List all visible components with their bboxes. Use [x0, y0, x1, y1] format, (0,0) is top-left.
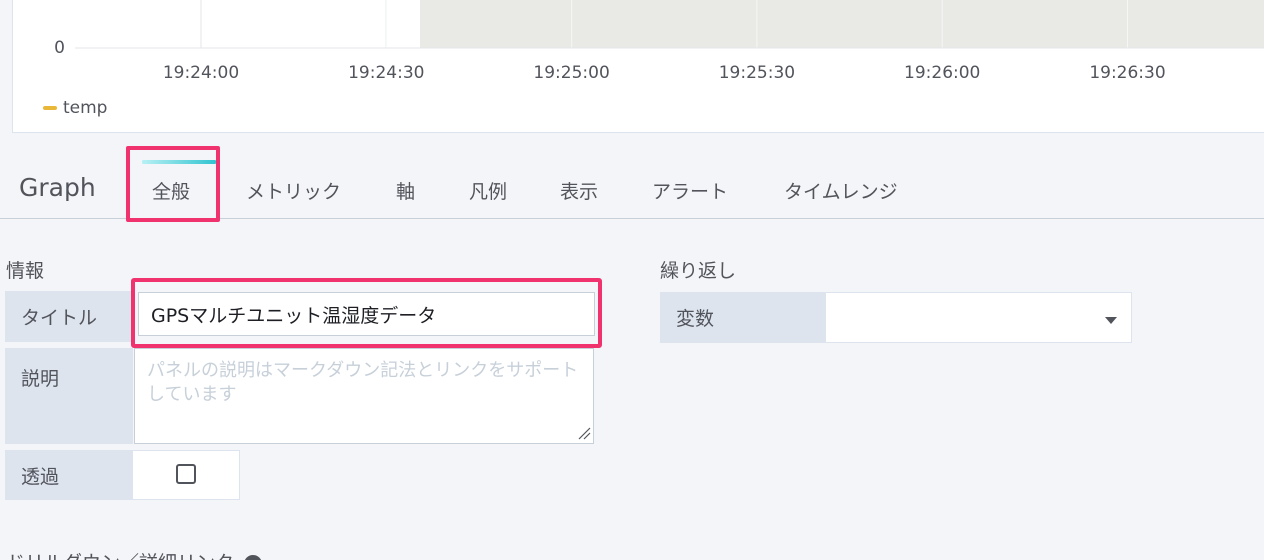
- tab-metrics[interactable]: メトリック: [246, 177, 341, 204]
- plot-area: [420, 0, 1264, 48]
- description-textarea[interactable]: [134, 348, 594, 444]
- repeat-section-title: 繰り返し: [660, 260, 737, 282]
- tab-display[interactable]: 表示: [560, 177, 598, 204]
- graph-panel: 19:24:00 19:24:30 19:25:00 19:25:30 19:26:00…: [12, 0, 1264, 133]
- legend-label: temp: [63, 98, 108, 118]
- variable-select[interactable]: [825, 292, 1132, 343]
- checkbox-icon[interactable]: [176, 464, 196, 484]
- transparent-toggle[interactable]: [132, 450, 240, 500]
- description-label: 説明: [5, 348, 133, 444]
- graph-plot: 19:24:00 19:24:30 19:25:00 19:25:30 19:26:00…: [54, 0, 1264, 83]
- title-input[interactable]: [138, 292, 595, 336]
- x-tick-label: 19:26:00: [904, 63, 980, 83]
- legend-item-temp[interactable]: temp: [43, 98, 107, 118]
- active-tab-indicator: [142, 160, 216, 164]
- tab-general-highlight: 全般: [126, 146, 220, 222]
- x-tick-label: 19:25:30: [719, 63, 795, 83]
- x-tick-label: 19:24:30: [348, 63, 424, 83]
- drilldown-section-title: ドリルダウン／詳細リンク: [6, 548, 263, 560]
- caret-down-icon: [1105, 317, 1117, 324]
- tab-legend[interactable]: 凡例: [469, 177, 507, 204]
- legend-swatch: [43, 106, 57, 110]
- tab-general[interactable]: 全般: [152, 177, 190, 204]
- editor-title: Graph: [19, 173, 96, 202]
- x-tick-label: 19:25:00: [533, 63, 609, 83]
- y-tick-label: 0: [54, 38, 65, 58]
- tab-axes[interactable]: 軸: [396, 177, 415, 204]
- title-label: タイトル: [5, 291, 131, 342]
- info-section-title: 情報: [6, 260, 45, 282]
- x-tick-label: 19:24:00: [163, 63, 239, 83]
- title-field-highlight: [131, 278, 602, 348]
- tab-time-range[interactable]: タイムレンジ: [784, 177, 898, 204]
- help-icon[interactable]: [244, 554, 263, 560]
- tab-alert[interactable]: アラート: [652, 177, 728, 204]
- resize-handle-icon[interactable]: [577, 426, 591, 440]
- x-axis-ticks: 19:24:00 19:24:30 19:25:00 19:25:30 19:26:00…: [163, 63, 1166, 83]
- panel-editor-tabs: Graph 全般 メトリック 軸 凡例 表示 アラート タイムレンジ: [0, 133, 1264, 222]
- variable-label: 変数: [660, 292, 825, 343]
- drilldown-title-text: ドリルダウン／詳細リンク: [6, 552, 234, 560]
- transparent-label: 透過: [5, 450, 132, 500]
- time-region-shade: [420, 0, 1264, 48]
- x-tick-label: 19:26:30: [1089, 63, 1165, 83]
